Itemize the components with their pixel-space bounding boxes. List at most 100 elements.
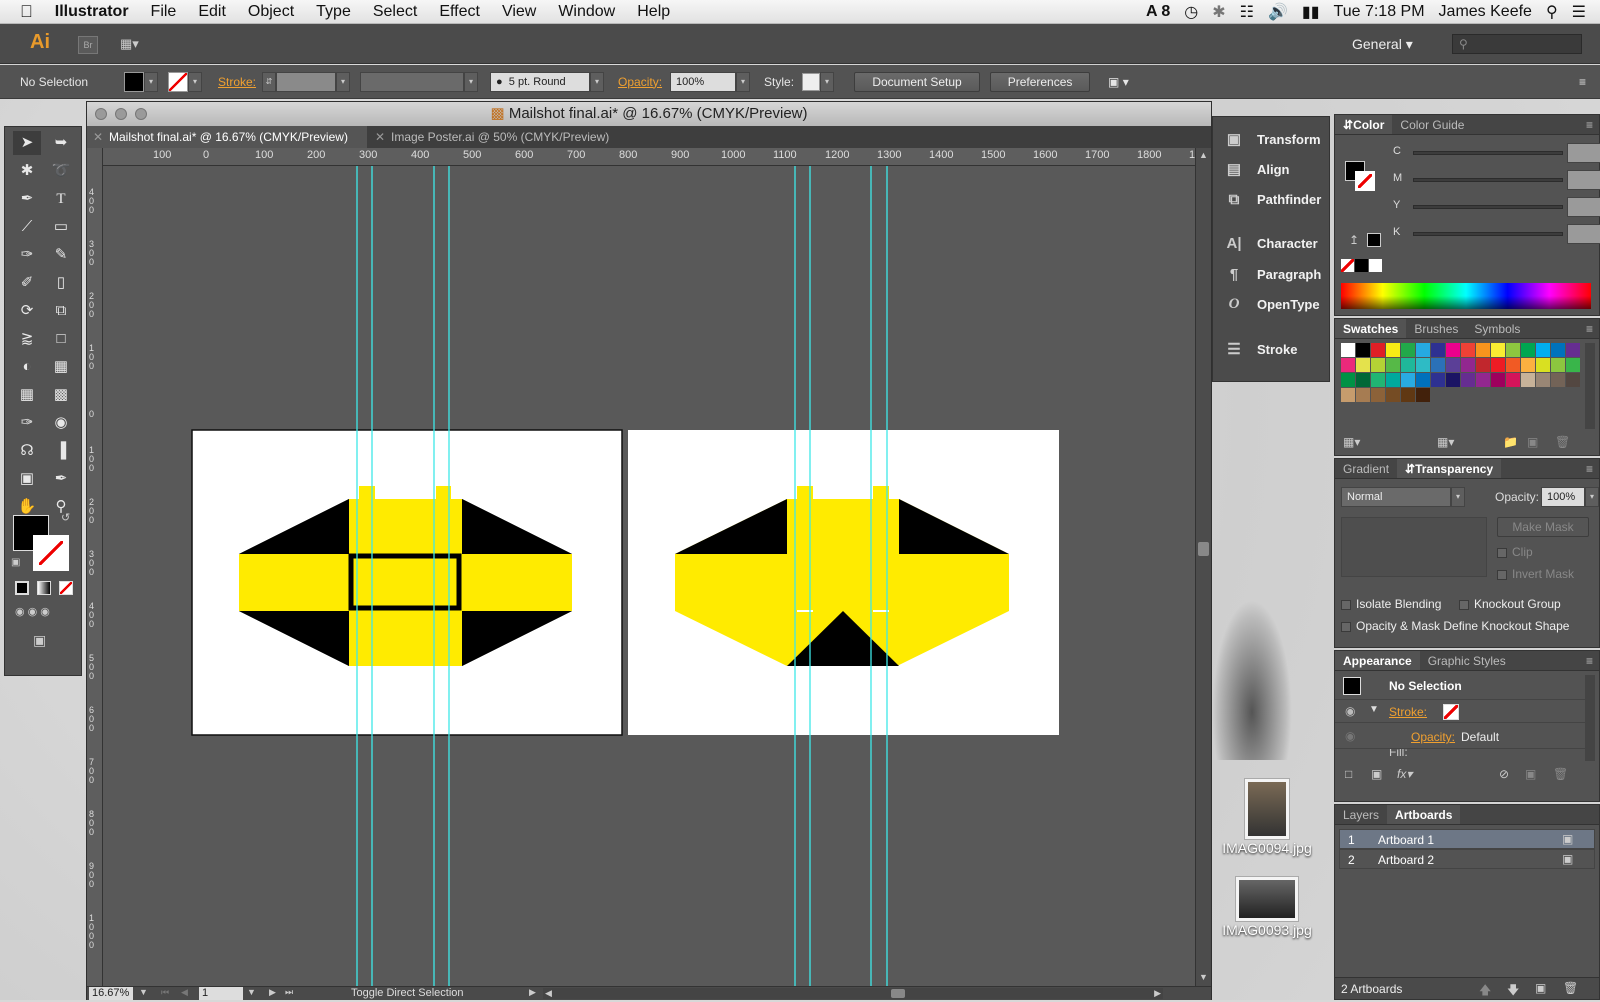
menu-select[interactable]: Select xyxy=(362,3,428,21)
width-tool-icon[interactable]: ⪆ xyxy=(13,327,41,351)
control-panel-menu-icon[interactable]: ≡ xyxy=(1579,75,1586,89)
none-mode-icon[interactable] xyxy=(59,581,73,595)
variable-width-profile[interactable] xyxy=(360,71,465,92)
last-artboard-icon[interactable]: ⏭ xyxy=(285,987,293,998)
swatch[interactable] xyxy=(1446,343,1460,357)
menu-clock[interactable]: Tue 7:18 PM xyxy=(1334,3,1425,21)
swatch[interactable] xyxy=(1521,358,1535,372)
artboard-tool-icon[interactable]: ▣ xyxy=(13,467,41,491)
artboard-navigation-field[interactable]: 1 xyxy=(199,987,243,1000)
style-dropdown[interactable]: ▾ xyxy=(820,71,835,92)
delete-item-icon[interactable]: 🗑 xyxy=(1553,767,1568,781)
appearance-stroke-row[interactable]: ◉ ▼ Stroke: xyxy=(1335,699,1585,723)
new-swatch-icon[interactable]: ▣ xyxy=(1527,435,1538,449)
swatch[interactable] xyxy=(1341,343,1355,357)
status-text[interactable]: Toggle Direct Selection xyxy=(351,987,464,999)
swatch[interactable] xyxy=(1356,358,1370,372)
paragraph-panel-button[interactable]: ¶ Paragraph xyxy=(1213,260,1331,288)
swatch[interactable] xyxy=(1521,343,1535,357)
tab-image-poster[interactable]: ✕ Image Poster.ai @ 50% (CMYK/Preview) xyxy=(369,126,629,148)
brush-definition[interactable]: ● 5 pt. Round xyxy=(490,71,591,92)
desktop-file-imag0093[interactable]: IMAG0093.jpg xyxy=(1212,876,1322,966)
previous-artboard-icon[interactable]: ◀ xyxy=(181,987,188,998)
channel-y-slider[interactable] xyxy=(1413,205,1563,209)
swatch[interactable] xyxy=(1476,373,1490,387)
battery-icon[interactable]: ▮▮ xyxy=(1302,2,1320,22)
channel-m-slider[interactable] xyxy=(1413,178,1563,182)
show-swatch-kinds-icon[interactable]: ▦▾ xyxy=(1437,435,1454,449)
horizontal-ruler[interactable]: 100 0 100 200 300 400 500 600 700 800 90… xyxy=(103,148,1195,166)
type-tool-icon[interactable]: T xyxy=(47,187,75,211)
swatch[interactable] xyxy=(1431,373,1445,387)
swatch[interactable] xyxy=(1416,343,1430,357)
tab-transparency[interactable]: ⇵Transparency xyxy=(1397,459,1502,478)
bluetooth-icon[interactable]: ✱ xyxy=(1212,2,1225,22)
zoom-level-field[interactable]: 16.67% xyxy=(89,987,133,1000)
tab-brushes[interactable]: Brushes xyxy=(1406,319,1466,338)
visibility-eye-icon[interactable]: ◉ xyxy=(1345,729,1355,743)
swatch-library-menu-icon[interactable]: ▦▾ xyxy=(1343,435,1360,449)
clip-checkbox[interactable]: Clip xyxy=(1497,545,1533,559)
desktop-file-imag0094[interactable]: IMAG0094.jpg xyxy=(1212,778,1322,868)
swatch[interactable] xyxy=(1371,388,1385,402)
black-color-button[interactable] xyxy=(1355,259,1368,272)
stroke-weight-stepper[interactable]: ⇵ xyxy=(262,71,277,92)
stroke-color-box[interactable] xyxy=(33,535,69,571)
swatch[interactable] xyxy=(1356,343,1370,357)
artboard-options-icon[interactable]: ▣ xyxy=(1562,852,1573,866)
fill-swatch[interactable] xyxy=(124,71,144,92)
tab-layers[interactable]: Layers xyxy=(1335,805,1387,824)
menu-view[interactable]: View xyxy=(491,3,547,21)
tab-color[interactable]: ⇵Color xyxy=(1335,115,1393,134)
new-color-group-icon[interactable]: 📁 xyxy=(1503,435,1518,449)
blob-brush-tool-icon[interactable]: ✐ xyxy=(13,271,41,295)
artboard-dropdown-icon[interactable]: ▼ xyxy=(247,987,256,997)
stroke-weight-dropdown[interactable]: ▾ xyxy=(336,71,351,92)
profile-dropdown[interactable]: ▾ xyxy=(464,71,479,92)
swatch[interactable] xyxy=(1491,373,1505,387)
perspective-grid-tool-icon[interactable]: ▦ xyxy=(47,355,75,379)
swatch[interactable] xyxy=(1521,373,1535,387)
free-transform-tool-icon[interactable]: □ xyxy=(47,327,75,351)
swatch[interactable] xyxy=(1371,343,1385,357)
add-new-fill-icon[interactable]: ▣ xyxy=(1371,767,1382,781)
swatch[interactable] xyxy=(1506,373,1520,387)
stroke-panel-button[interactable]: ☰ Stroke xyxy=(1213,335,1331,363)
vertical-ruler[interactable]: 400 300 200 100 0 100 200 300 400 500 60… xyxy=(87,148,103,988)
swatch[interactable] xyxy=(1461,343,1475,357)
zoom-dropdown-icon[interactable]: ▼ xyxy=(139,987,148,997)
pen-tool-icon[interactable]: ✒ xyxy=(13,187,41,211)
color-mode-icon[interactable] xyxy=(15,581,29,595)
artwork-svg[interactable] xyxy=(103,166,1195,986)
swatch[interactable] xyxy=(1491,343,1505,357)
scroll-down-arrow-icon[interactable]: ▼ xyxy=(1199,972,1208,982)
menu-object[interactable]: Object xyxy=(237,3,305,21)
swatch[interactable] xyxy=(1416,373,1430,387)
menu-help[interactable]: Help xyxy=(626,3,681,21)
appearance-fill-row[interactable]: Fill: xyxy=(1335,749,1585,759)
lasso-tool-icon[interactable]: ➰ xyxy=(47,159,75,183)
swatch[interactable] xyxy=(1491,358,1505,372)
arrange-icon[interactable]: ▣ ▾ xyxy=(1108,75,1129,89)
duplicate-item-icon[interactable]: ▣ xyxy=(1525,767,1536,781)
artboard-row-name[interactable]: Artboard 1 xyxy=(1378,833,1434,847)
swatch[interactable] xyxy=(1431,343,1445,357)
line-tool-icon[interactable]: ⟋ xyxy=(13,215,41,239)
scroll-left-arrow-icon[interactable]: ◀ xyxy=(545,988,552,999)
next-artboard-icon[interactable]: ▶ xyxy=(269,987,276,998)
blend-mode-dropdown[interactable]: ▾ xyxy=(1451,487,1465,507)
scroll-up-arrow-icon[interactable]: ▲ xyxy=(1199,150,1208,160)
swatch[interactable] xyxy=(1506,358,1520,372)
stroke-weight-field[interactable] xyxy=(276,71,337,92)
close-tab-icon[interactable]: ✕ xyxy=(93,126,103,148)
out-of-gamut-icon[interactable]: ↥ xyxy=(1349,233,1359,247)
delete-artboard-icon[interactable]: 🗑 xyxy=(1563,981,1578,995)
minimize-window-button[interactable] xyxy=(115,108,127,120)
tab-color-guide[interactable]: Color Guide xyxy=(1392,115,1472,134)
notification-center-icon[interactable]: ☰ xyxy=(1572,2,1586,22)
screen-mode-icon[interactable]: ▣ xyxy=(33,632,46,649)
scale-tool-icon[interactable]: ⧉ xyxy=(47,299,75,323)
opacity-dropdown[interactable]: ▾ xyxy=(736,71,751,92)
artboard-options-icon[interactable]: ▣ xyxy=(1562,832,1573,846)
swatch[interactable] xyxy=(1536,358,1550,372)
